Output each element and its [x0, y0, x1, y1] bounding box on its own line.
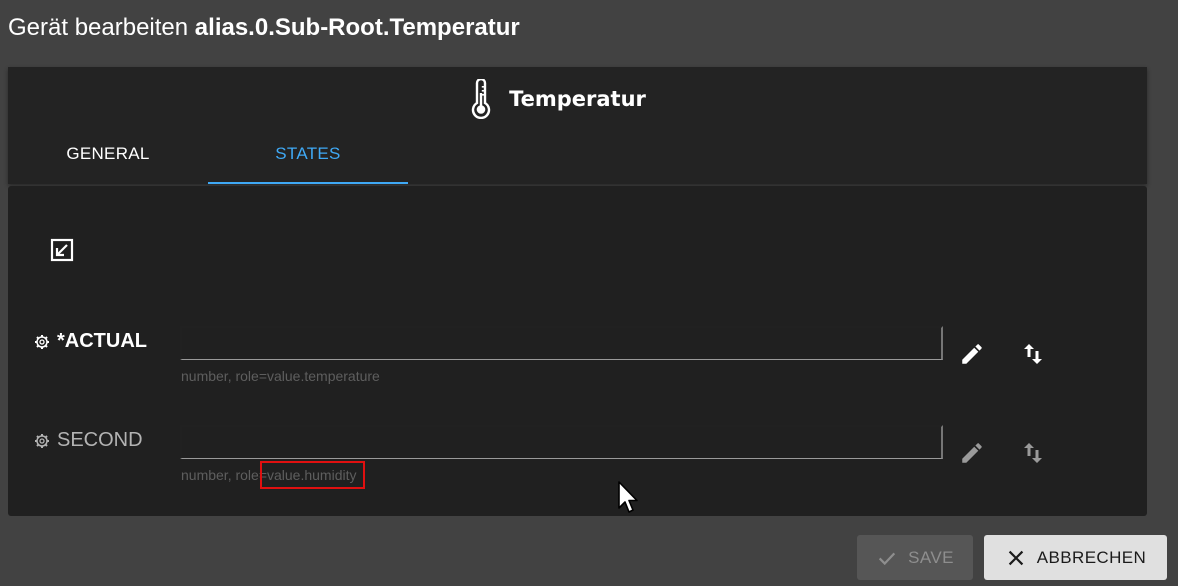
- device-name: Temperatur: [509, 87, 646, 111]
- state-label-second: SECOND: [34, 429, 143, 452]
- pencil-icon: [962, 443, 982, 463]
- cancel-button[interactable]: ABBRECHEN: [984, 535, 1167, 580]
- collapse-icon: [50, 238, 74, 262]
- close-icon: [1008, 550, 1023, 565]
- state-row-actual: *ACTUAL number, role=value.temperature: [8, 326, 1147, 396]
- state-hint-type: number, role=: [181, 368, 267, 384]
- state-id-input-actual[interactable]: [180, 326, 943, 360]
- check-icon: [879, 552, 896, 565]
- mouse-pointer-icon: [618, 481, 638, 513]
- state-id-input-second[interactable]: [180, 425, 943, 459]
- state-name-second: SECOND: [57, 429, 143, 451]
- states-panel: *ACTUAL number, role=value.temperature S…: [8, 186, 1147, 516]
- state-hint-type: number, role=: [181, 467, 267, 483]
- swap-vertical-icon: [1024, 443, 1042, 463]
- dialog-title: Gerät bearbeiten alias.0.Sub-Root.Temper…: [8, 13, 520, 43]
- state-hint-role: value.temperature: [267, 368, 380, 384]
- device-header-card: Temperatur GENERAL STATES: [8, 67, 1147, 184]
- state-label-actual: *ACTUAL: [34, 330, 147, 353]
- state-hint-role-highlighted: value.humidity: [260, 461, 365, 489]
- pencil-icon: [962, 344, 982, 364]
- dialog-title-prefix: Gerät bearbeiten: [8, 14, 195, 41]
- swap-button-second[interactable]: [1021, 440, 1045, 466]
- cancel-button-label: ABBRECHEN: [1036, 547, 1147, 567]
- gear-icon: [35, 334, 49, 349]
- edit-button-actual[interactable]: [959, 341, 985, 367]
- state-hint-second: number, role=value.humidity: [181, 461, 365, 489]
- state-name-actual: *ACTUAL: [57, 330, 147, 352]
- gear-icon: [35, 433, 49, 448]
- edit-button-second[interactable]: [959, 440, 985, 466]
- thermometer-icon: [471, 79, 491, 119]
- dialog-title-id: alias.0.Sub-Root.Temperatur: [194, 14, 520, 41]
- swap-vertical-icon: [1024, 344, 1042, 364]
- save-button-label: SAVE: [908, 547, 954, 567]
- save-button[interactable]: SAVE: [857, 535, 973, 580]
- collapse-toggle-button[interactable]: [48, 236, 76, 264]
- tab-bar: GENERAL STATES: [8, 134, 1147, 184]
- state-row-second: SECOND number, role=value.humidity: [8, 425, 1147, 495]
- device-header: Temperatur: [8, 79, 1147, 119]
- tab-general[interactable]: GENERAL: [8, 134, 208, 182]
- state-hint-actual: number, role=value.temperature: [181, 368, 380, 384]
- swap-button-actual[interactable]: [1021, 341, 1045, 367]
- tab-states[interactable]: STATES: [208, 134, 408, 184]
